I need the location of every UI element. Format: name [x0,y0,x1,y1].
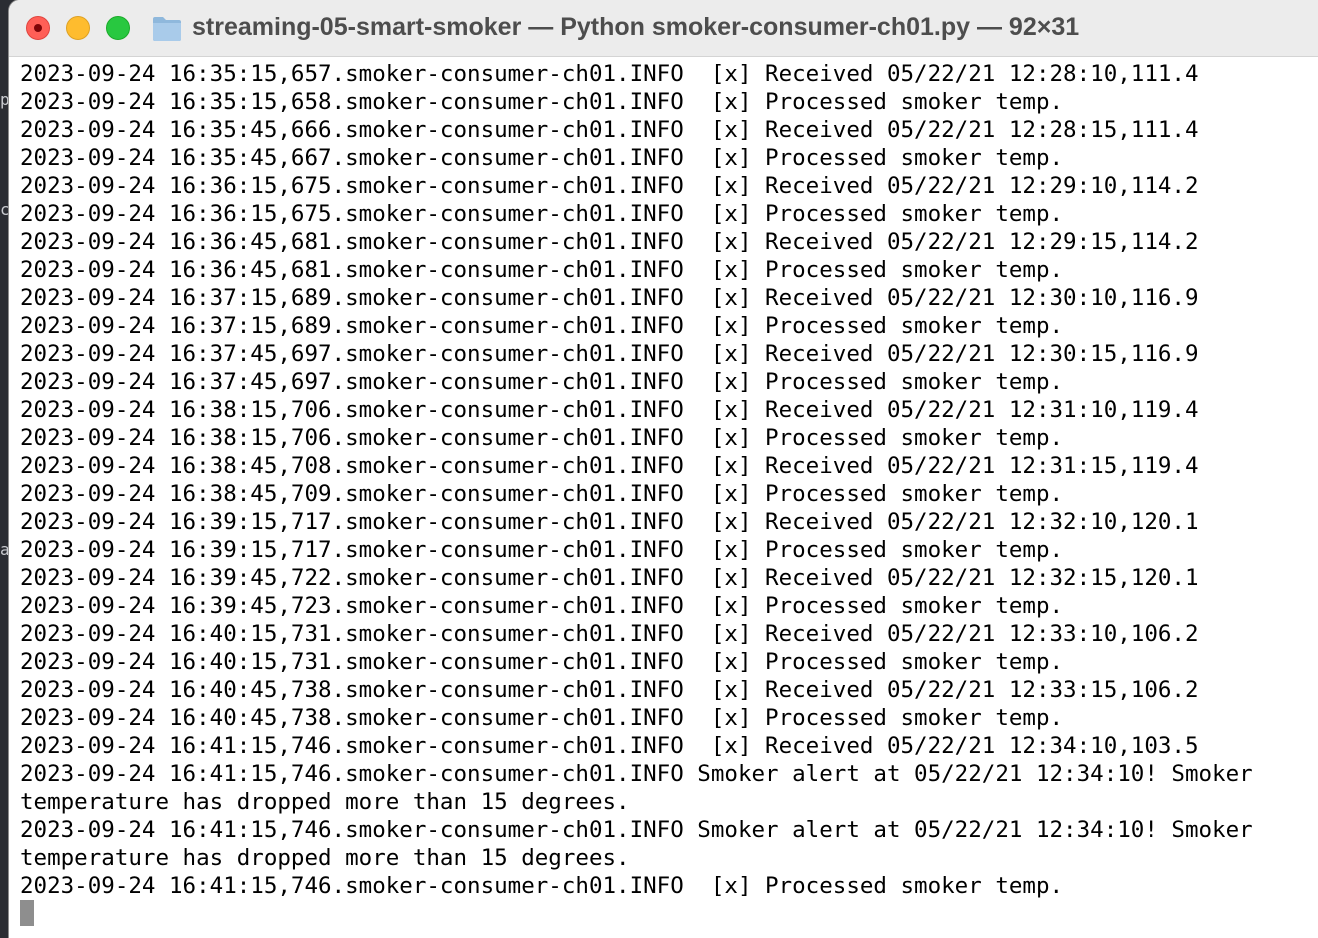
terminal-line: 2023-09-24 16:40:45,738.smoker-consumer-… [20,705,1064,731]
terminal-line: 2023-09-24 16:39:15,717.smoker-consumer-… [20,509,1199,535]
terminal-line: 2023-09-24 16:36:45,681.smoker-consumer-… [20,229,1199,255]
window-title: streaming-05-smart-smoker — Python smoke… [192,13,1080,41]
terminal-line: temperature has dropped more than 15 deg… [20,845,630,871]
terminal-line: 2023-09-24 16:35:45,666.smoker-consumer-… [20,117,1199,143]
terminal-line: 2023-09-24 16:38:15,706.smoker-consumer-… [20,425,1064,451]
terminal-line: 2023-09-24 16:37:45,697.smoker-consumer-… [20,369,1064,395]
minimize-button[interactable] [66,16,90,40]
close-button[interactable] [26,16,50,40]
terminal-line: 2023-09-24 16:36:15,675.smoker-consumer-… [20,173,1199,199]
terminal-line: 2023-09-24 16:35:15,657.smoker-consumer-… [20,61,1199,87]
terminal-line: 2023-09-24 16:35:45,667.smoker-consumer-… [20,145,1064,171]
folder-icon [153,17,181,41]
terminal-line: 2023-09-24 16:39:45,722.smoker-consumer-… [20,565,1199,591]
terminal-line: 2023-09-24 16:41:15,746.smoker-consumer-… [20,817,1253,843]
terminal-line: 2023-09-24 16:37:45,697.smoker-consumer-… [20,341,1199,367]
terminal-line: 2023-09-24 16:41:15,746.smoker-consumer-… [20,761,1253,787]
terminal-line: 2023-09-24 16:40:15,731.smoker-consumer-… [20,621,1199,647]
terminal-line: 2023-09-24 16:35:15,658.smoker-consumer-… [20,89,1064,115]
terminal-window[interactable]: streaming-05-smart-smoker — Python smoke… [9,0,1318,938]
terminal-line: 2023-09-24 16:41:15,746.smoker-consumer-… [20,733,1199,759]
terminal-lines: 2023-09-24 16:35:15,657.smoker-consumer-… [20,60,1253,928]
terminal-line: 2023-09-24 16:36:45,681.smoker-consumer-… [20,257,1064,283]
terminal-line: 2023-09-24 16:37:15,689.smoker-consumer-… [20,313,1064,339]
terminal-line: 2023-09-24 16:38:45,709.smoker-consumer-… [20,481,1064,507]
terminal-line: 2023-09-24 16:40:45,738.smoker-consumer-… [20,677,1199,703]
terminal-line: 2023-09-24 16:41:15,746.smoker-consumer-… [20,873,1064,899]
terminal-cursor [20,900,34,926]
terminal-line: 2023-09-24 16:39:45,723.smoker-consumer-… [20,593,1064,619]
window-titlebar[interactable]: streaming-05-smart-smoker — Python smoke… [9,0,1318,57]
desktop-background: p c a streaming-05-smart-smoker — Python… [0,0,1318,938]
terminal-output[interactable]: 2023-09-24 16:35:15,657.smoker-consumer-… [9,57,1318,938]
terminal-line: 2023-09-24 16:37:15,689.smoker-consumer-… [20,285,1199,311]
terminal-line: 2023-09-24 16:36:15,675.smoker-consumer-… [20,201,1064,227]
zoom-button[interactable] [106,16,130,40]
terminal-line: 2023-09-24 16:40:15,731.smoker-consumer-… [20,649,1064,675]
terminal-line: temperature has dropped more than 15 deg… [20,789,630,815]
terminal-line: 2023-09-24 16:39:15,717.smoker-consumer-… [20,537,1064,563]
terminal-line: 2023-09-24 16:38:45,708.smoker-consumer-… [20,453,1199,479]
terminal-line: 2023-09-24 16:38:15,706.smoker-consumer-… [20,397,1199,423]
